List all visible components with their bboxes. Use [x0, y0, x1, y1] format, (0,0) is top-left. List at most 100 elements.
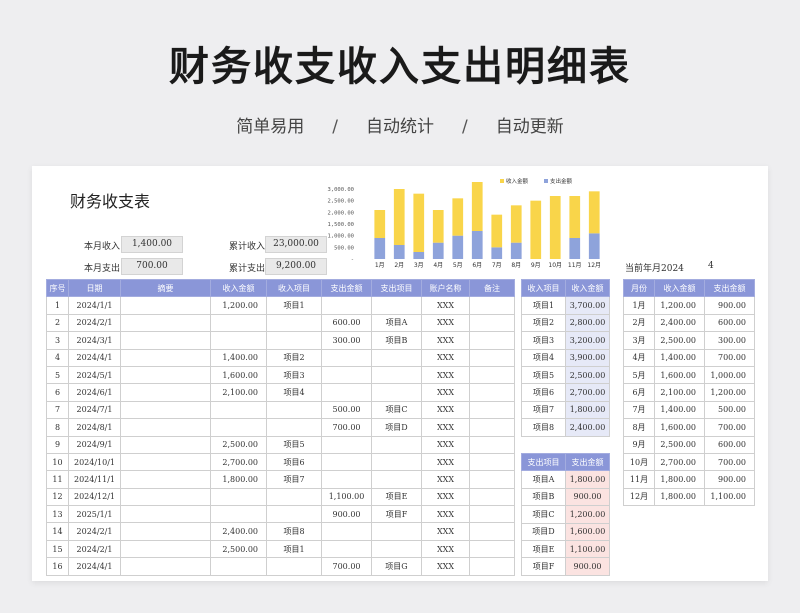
table-cell[interactable]	[321, 383, 372, 402]
table-cell[interactable]: 16	[46, 557, 69, 576]
table-cell[interactable]	[321, 522, 372, 541]
table-cell[interactable]: 2	[46, 313, 69, 333]
table-cell[interactable]: 15	[46, 539, 69, 559]
table-cell[interactable]	[469, 470, 515, 489]
table-cell[interactable]: 2024/6/1	[68, 383, 121, 402]
table-cell[interactable]	[210, 505, 267, 524]
table-cell[interactable]: 2,400.00	[654, 313, 705, 333]
table-cell[interactable]	[266, 505, 322, 524]
table-cell[interactable]: 8	[46, 418, 69, 437]
column-header[interactable]: 收入项目	[521, 278, 566, 298]
table-cell[interactable]: 项目B	[371, 331, 422, 350]
table-cell[interactable]	[120, 383, 211, 402]
table-cell[interactable]	[371, 470, 422, 489]
current-month-value[interactable]: 4	[708, 261, 714, 271]
table-cell[interactable]: 1,100.00	[704, 487, 755, 507]
table-cell[interactable]: 项目4	[266, 383, 322, 402]
table-cell[interactable]	[469, 383, 515, 402]
table-cell[interactable]	[469, 296, 515, 315]
table-cell[interactable]	[469, 348, 515, 367]
table-cell[interactable]	[469, 418, 515, 437]
table-cell[interactable]: XXX	[421, 296, 470, 315]
table-cell[interactable]	[469, 557, 515, 576]
table-cell[interactable]: 10月	[623, 452, 655, 472]
column-header[interactable]: 收入项目	[266, 278, 322, 298]
table-cell[interactable]: 项目B	[521, 487, 566, 507]
table-cell[interactable]: 6	[46, 383, 69, 402]
table-cell[interactable]: 2,700.00	[210, 452, 267, 472]
table-cell[interactable]	[210, 313, 267, 333]
month-income-value[interactable]: 1,400.00	[121, 236, 183, 253]
table-cell[interactable]	[120, 313, 211, 333]
table-cell[interactable]: XXX	[421, 539, 470, 559]
table-cell[interactable]	[371, 522, 422, 541]
table-cell[interactable]: 1,200.00	[210, 296, 267, 315]
table-cell[interactable]: 2024/10/1	[68, 452, 121, 472]
table-cell[interactable]	[371, 435, 422, 454]
table-cell[interactable]: 2025/1/1	[68, 505, 121, 524]
table-cell[interactable]: XXX	[421, 522, 470, 541]
table-cell[interactable]: 1,100.00	[565, 539, 610, 559]
table-cell[interactable]: 2024/9/1	[68, 435, 121, 454]
table-cell[interactable]	[469, 505, 515, 524]
table-cell[interactable]	[321, 348, 372, 367]
table-cell[interactable]: XXX	[421, 418, 470, 437]
table-cell[interactable]: 900.00	[704, 296, 755, 315]
table-cell[interactable]: 项目8	[521, 418, 566, 437]
table-cell[interactable]: 项目1	[266, 539, 322, 559]
column-header[interactable]: 支出金额	[321, 278, 372, 298]
column-header[interactable]: 账户名称	[421, 278, 470, 298]
table-cell[interactable]: 1,600.00	[654, 365, 705, 385]
table-cell[interactable]: XXX	[421, 400, 470, 420]
table-cell[interactable]	[120, 470, 211, 489]
table-cell[interactable]: 项目A	[371, 313, 422, 333]
table-cell[interactable]: 2月	[623, 313, 655, 333]
table-cell[interactable]: 1	[46, 296, 69, 315]
table-cell[interactable]	[120, 539, 211, 559]
month-expense-value[interactable]: 700.00	[121, 258, 183, 275]
table-cell[interactable]: 项目E	[521, 539, 566, 559]
table-cell[interactable]: 2,100.00	[210, 383, 267, 402]
table-cell[interactable]: XXX	[421, 365, 470, 385]
table-cell[interactable]: 项目7	[521, 400, 566, 420]
table-cell[interactable]	[266, 418, 322, 437]
table-cell[interactable]: 1月	[623, 296, 655, 315]
table-cell[interactable]	[210, 400, 267, 420]
column-header[interactable]: 支出项目	[521, 452, 566, 472]
table-cell[interactable]: 300.00	[704, 331, 755, 350]
table-cell[interactable]: 2,100.00	[654, 383, 705, 402]
table-cell[interactable]: 2,500.00	[654, 435, 705, 454]
column-header[interactable]: 支出金额	[565, 452, 610, 472]
table-cell[interactable]: 1,000.00	[704, 365, 755, 385]
table-cell[interactable]	[210, 331, 267, 350]
table-cell[interactable]: 项目2	[266, 348, 322, 367]
table-cell[interactable]: XXX	[421, 505, 470, 524]
table-cell[interactable]: 项目E	[371, 487, 422, 507]
table-cell[interactable]	[120, 348, 211, 367]
table-cell[interactable]: 500.00	[704, 400, 755, 420]
table-cell[interactable]: 900.00	[704, 470, 755, 489]
table-cell[interactable]	[469, 400, 515, 420]
table-cell[interactable]: 4	[46, 348, 69, 367]
table-cell[interactable]: 1,400.00	[654, 400, 705, 420]
table-cell[interactable]: 500.00	[321, 400, 372, 420]
table-cell[interactable]: 900.00	[565, 487, 610, 507]
table-cell[interactable]: 600.00	[321, 313, 372, 333]
table-cell[interactable]: 项目D	[371, 418, 422, 437]
table-cell[interactable]: 1,600.00	[210, 365, 267, 385]
table-cell[interactable]: 2024/3/1	[68, 331, 121, 350]
table-cell[interactable]: 项目2	[521, 313, 566, 333]
table-cell[interactable]	[120, 452, 211, 472]
table-cell[interactable]: 900.00	[321, 505, 372, 524]
table-cell[interactable]: 1,800.00	[210, 470, 267, 489]
column-header[interactable]: 序号	[46, 278, 69, 298]
table-cell[interactable]: 7	[46, 400, 69, 420]
table-cell[interactable]: XXX	[421, 487, 470, 507]
column-header[interactable]: 收入金额	[210, 278, 267, 298]
table-cell[interactable]: 12月	[623, 487, 655, 507]
table-cell[interactable]: 1,600.00	[565, 522, 610, 541]
table-cell[interactable]	[266, 487, 322, 507]
table-cell[interactable]	[469, 487, 515, 507]
table-cell[interactable]	[469, 452, 515, 472]
table-cell[interactable]	[469, 522, 515, 541]
